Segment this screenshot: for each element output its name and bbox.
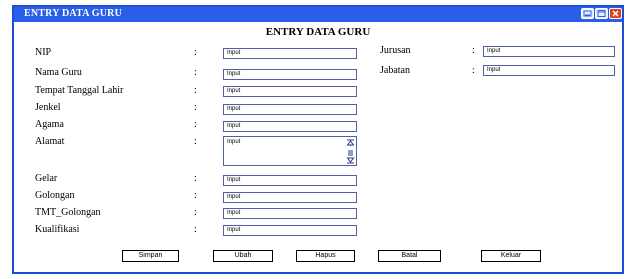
alamat-scrollbar[interactable] bbox=[346, 138, 355, 164]
entry-data-guru-window: ENTRY DATA GURU ENTRY DATA GURU NIP : In… bbox=[12, 5, 624, 274]
jabatan-label: Jabatan bbox=[380, 65, 410, 76]
nama-guru-label: Nama Guru bbox=[35, 67, 82, 78]
minimize-icon[interactable] bbox=[581, 8, 594, 19]
tmt-golongan-label: TMT_Golongan bbox=[35, 207, 101, 218]
agama-input[interactable]: Input bbox=[223, 121, 357, 132]
alamat-label: Alamat bbox=[35, 136, 65, 147]
agama-colon: : bbox=[194, 119, 197, 130]
golongan-input[interactable]: Input bbox=[223, 192, 357, 203]
gelar-input[interactable]: Input bbox=[223, 175, 357, 186]
scroll-up-icon bbox=[346, 139, 355, 146]
jurusan-input[interactable]: Input bbox=[483, 46, 615, 57]
kualifikasi-colon: : bbox=[194, 224, 197, 235]
alamat-value: Input bbox=[227, 139, 241, 145]
scroll-thumb-icon bbox=[348, 150, 353, 156]
jurusan-label: Jurusan bbox=[380, 45, 411, 56]
nama-guru-colon: : bbox=[194, 67, 197, 78]
batal-button[interactable]: Batal bbox=[378, 250, 441, 262]
nama-guru-input[interactable]: Input bbox=[223, 69, 357, 80]
ubah-button[interactable]: Ubah bbox=[213, 250, 273, 262]
jenkel-label: Jenkel bbox=[35, 102, 61, 113]
hapus-button[interactable]: Hapus bbox=[296, 250, 355, 262]
alamat-colon: : bbox=[194, 136, 197, 147]
alamat-textarea[interactable]: Input bbox=[223, 136, 357, 166]
tempat-tanggal-lahir-colon: : bbox=[194, 85, 197, 96]
jenkel-colon: : bbox=[194, 102, 197, 113]
kualifikasi-label: Kualifikasi bbox=[35, 224, 80, 235]
jenkel-input[interactable]: Input bbox=[223, 104, 357, 115]
close-icon[interactable] bbox=[609, 8, 622, 19]
gelar-colon: : bbox=[194, 173, 197, 184]
window-title: ENTRY DATA GURU bbox=[24, 8, 123, 19]
nip-input[interactable]: Input bbox=[223, 48, 357, 59]
simpan-button[interactable]: Simpan bbox=[122, 250, 179, 262]
agama-label: Agama bbox=[35, 119, 64, 130]
jabatan-input[interactable]: Input bbox=[483, 65, 615, 76]
kualifikasi-input[interactable]: Input bbox=[223, 225, 357, 236]
tempat-tanggal-lahir-label: Tempat Tanggal Lahir bbox=[35, 85, 124, 96]
golongan-label: Golongan bbox=[35, 190, 75, 201]
nip-colon: : bbox=[194, 47, 197, 58]
keluar-button[interactable]: Keluar bbox=[481, 250, 541, 262]
maximize-icon[interactable] bbox=[595, 8, 608, 19]
tempat-tanggal-lahir-input[interactable]: Input bbox=[223, 86, 357, 97]
scroll-down-icon bbox=[346, 157, 355, 164]
jabatan-colon: : bbox=[472, 65, 475, 76]
title-bar[interactable]: ENTRY DATA GURU bbox=[14, 7, 622, 22]
golongan-colon: : bbox=[194, 190, 197, 201]
tmt-golongan-colon: : bbox=[194, 207, 197, 218]
gelar-label: Gelar bbox=[35, 173, 58, 184]
form-heading: ENTRY DATA GURU bbox=[265, 26, 371, 38]
jurusan-colon: : bbox=[472, 45, 475, 56]
tmt-golongan-input[interactable]: Input bbox=[223, 208, 357, 219]
nip-label: NIP bbox=[35, 47, 52, 58]
